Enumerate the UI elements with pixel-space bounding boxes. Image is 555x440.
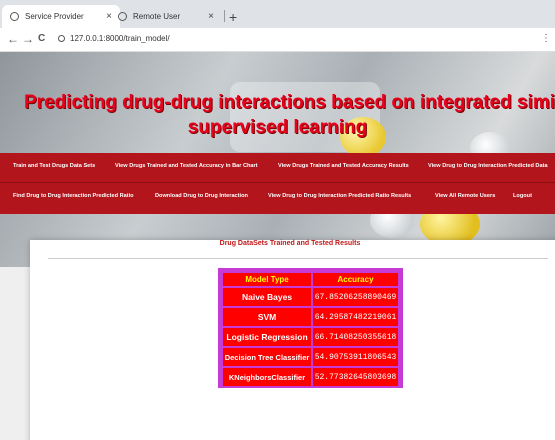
accuracy-cell: 66.71408250355618	[313, 328, 398, 346]
table-row: SVM 64.29587482219061	[223, 308, 398, 326]
menu-row: Find Drug to Drug Interaction Predicted …	[0, 183, 555, 213]
accuracy-cell: 64.29587482219061	[313, 308, 398, 326]
model-type-cell: Logistic Regression	[223, 328, 312, 346]
globe-icon	[118, 12, 127, 21]
new-tab-icon[interactable]: +	[229, 9, 237, 25]
menu-row: Train and Test Drugs Data Sets View Drug…	[0, 153, 555, 183]
model-type-cell: SVM	[223, 308, 312, 326]
site-title-line1: Predicting drug-drug interactions based …	[24, 92, 555, 113]
tab-title: Remote User	[133, 12, 181, 21]
column-header-model-type: Model Type	[223, 273, 312, 286]
menu-view-predicted-ratio-results[interactable]: View Drug to Drug Interaction Predicted …	[268, 193, 411, 199]
divider	[48, 258, 548, 259]
menu-train-test-datasets[interactable]: Train and Test Drugs Data Sets	[13, 163, 95, 169]
close-icon[interactable]: ×	[208, 11, 214, 22]
table-row: KNeighborsClassifier 52.77382645803698	[223, 368, 398, 386]
table-row: Logistic Regression 66.71408250355618	[223, 328, 398, 346]
model-type-cell: Decision Tree Classifier	[223, 348, 312, 366]
results-heading: Drug DataSets Trained and Tested Results	[219, 240, 361, 247]
menu-download-interaction[interactable]: Download Drug to Drug Interaction	[155, 193, 248, 199]
tab-title: Service Provider	[25, 12, 84, 21]
forward-icon[interactable]: →	[22, 32, 34, 46]
tab-divider	[224, 10, 225, 22]
model-type-cell: KNeighborsClassifier	[223, 368, 312, 386]
address-bar: ← → C 127.0.0.1:8000/train_model/ ⋮	[0, 28, 555, 52]
menu-view-accuracy-bar-chart[interactable]: View Drugs Trained and Tested Accuracy i…	[115, 163, 258, 169]
results-table: Model Type Accuracy Naive Bayes 67.85206…	[221, 271, 400, 388]
globe-icon	[10, 12, 19, 21]
results-table-frame: Model Type Accuracy Naive Bayes 67.85206…	[218, 268, 403, 388]
column-header-accuracy: Accuracy	[313, 273, 398, 286]
accuracy-cell: 52.77382645803698	[313, 368, 398, 386]
table-row: Decision Tree Classifier 54.907539118065…	[223, 348, 398, 366]
url-field[interactable]: 127.0.0.1:8000/train_model/	[58, 34, 170, 43]
tab-remote-user[interactable]: Remote User ×	[110, 5, 222, 28]
info-icon	[58, 35, 65, 42]
menu-view-remote-users[interactable]: View All Remote Users	[435, 193, 495, 199]
table-row: Naive Bayes 67.85206258890469	[223, 288, 398, 306]
menu-find-predicted-ratio[interactable]: Find Drug to Drug Interaction Predicted …	[13, 193, 134, 199]
browser-menu-icon[interactable]: ⋮	[541, 33, 551, 44]
model-type-cell: Naive Bayes	[223, 288, 312, 306]
tab-service-provider[interactable]: Service Provider ×	[2, 5, 120, 28]
reload-icon[interactable]: C	[38, 33, 45, 44]
site-title-line2: supervised learning	[187, 117, 368, 138]
back-icon[interactable]: ←	[7, 32, 19, 46]
table-header-row: Model Type Accuracy	[223, 273, 398, 286]
browser-tab-bar: Service Provider × Remote User × +	[0, 0, 555, 28]
accuracy-cell: 54.90753911806543	[313, 348, 398, 366]
accuracy-cell: 67.85206258890469	[313, 288, 398, 306]
site-title: Predicting drug-drug interactions based …	[24, 90, 555, 115]
main-menu: Train and Test Drugs Data Sets View Drug…	[0, 153, 555, 214]
site-title-line2-wrap: supervised learning	[0, 115, 555, 140]
menu-view-predicted-data[interactable]: View Drug to Drug Interaction Predicted …	[428, 163, 548, 169]
url-text: 127.0.0.1:8000/train_model/	[70, 34, 170, 43]
menu-view-accuracy-results[interactable]: View Drugs Trained and Tested Accuracy R…	[278, 163, 409, 169]
menu-logout[interactable]: Logout	[513, 193, 532, 199]
